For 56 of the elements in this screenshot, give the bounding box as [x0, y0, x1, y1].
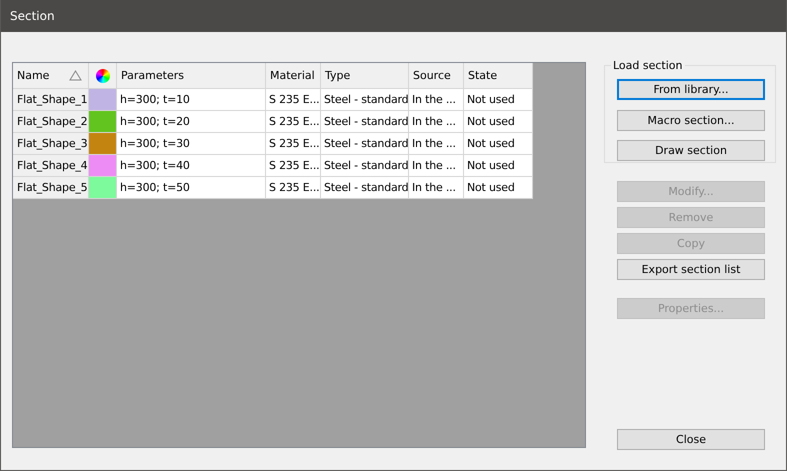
table-cell: In the ... [409, 177, 464, 199]
table-cell: h=300; t=10 [117, 89, 266, 111]
table-cell: Steel - standard [321, 155, 409, 177]
table-cell: S 235 E... [266, 111, 321, 133]
color-wheel-icon [96, 68, 110, 82]
column-title: Parameters [121, 69, 184, 82]
table-cell: In the ... [409, 89, 464, 111]
table-cell: Not used [464, 111, 533, 133]
close-button[interactable]: Close [617, 429, 765, 450]
row-header[interactable]: Flat_Shape_2 [13, 111, 89, 133]
column-title: Name [17, 69, 50, 82]
row-header[interactable]: Flat_Shape_1 [13, 89, 89, 111]
table-cell: S 235 E... [266, 89, 321, 111]
table-cell: h=300; t=50 [117, 177, 266, 199]
column-header[interactable]: Type [321, 63, 409, 89]
column-title: State [468, 69, 498, 82]
window-title: Section [10, 9, 55, 23]
group-title: Load section [612, 59, 684, 72]
action-button[interactable]: Export section list [617, 259, 765, 280]
color-swatch[interactable] [89, 111, 116, 132]
column-header[interactable]: Material [266, 63, 321, 89]
table-cell: In the ... [409, 155, 464, 177]
table-cell: Steel - standard [321, 177, 409, 199]
column-title: Source [413, 69, 451, 82]
table-cell: In the ... [409, 133, 464, 155]
table-cell: Steel - standard [321, 89, 409, 111]
table-cell: S 235 E... [266, 177, 321, 199]
load-button[interactable]: From library... [617, 79, 765, 100]
color-swatch[interactable] [89, 133, 116, 154]
table-cell: S 235 E... [266, 133, 321, 155]
table-cell: Not used [464, 177, 533, 199]
row-header[interactable]: Flat_Shape_4 [13, 155, 89, 177]
column-title: Type [325, 69, 350, 82]
column-header[interactable] [89, 63, 117, 89]
table-cell: Steel - standard [321, 133, 409, 155]
table-cell: Not used [464, 155, 533, 177]
table-cell: S 235 E... [266, 155, 321, 177]
row-header[interactable]: Flat_Shape_3 [13, 133, 89, 155]
row-header[interactable]: Flat_Shape_5 [13, 177, 89, 199]
table-cell: Not used [464, 89, 533, 111]
column-header[interactable]: Name [13, 63, 89, 89]
table-cell: h=300; t=20 [117, 111, 266, 133]
load-button[interactable]: Macro section... [617, 110, 765, 131]
table-cell: In the ... [409, 111, 464, 133]
column-header[interactable]: State [464, 63, 533, 89]
table-cell: h=300; t=40 [117, 155, 266, 177]
column-title: Material [270, 69, 315, 82]
column-header[interactable]: Source [409, 63, 464, 89]
table-cell: Steel - standard [321, 111, 409, 133]
color-swatch[interactable] [89, 155, 116, 176]
load-button[interactable]: Draw section [617, 140, 765, 161]
color-swatch[interactable] [89, 177, 116, 198]
table-cell: Not used [464, 133, 533, 155]
column-header[interactable]: Parameters [117, 63, 266, 89]
table-cell: h=300; t=30 [117, 133, 266, 155]
color-swatch[interactable] [89, 89, 116, 110]
